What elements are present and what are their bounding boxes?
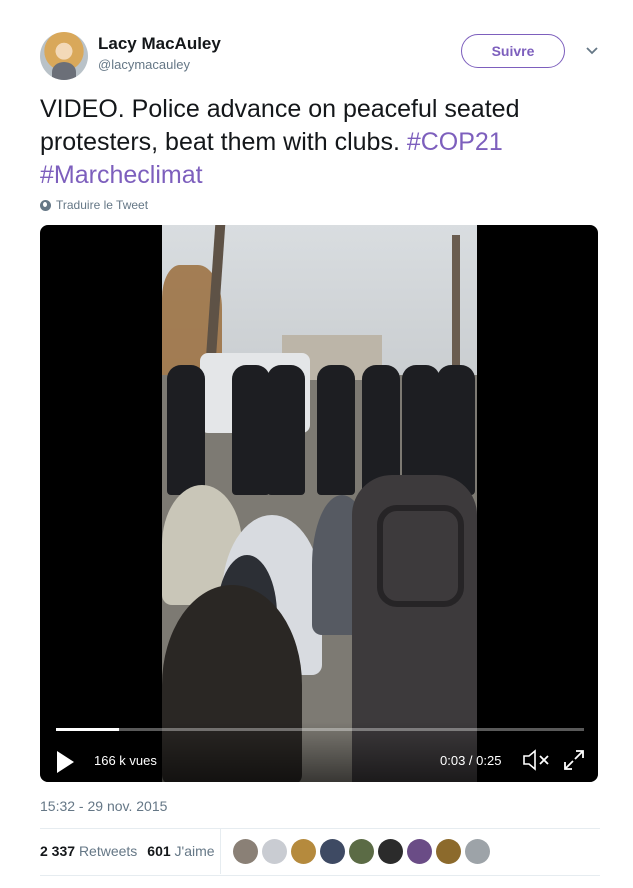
liker-avatar[interactable] <box>320 839 345 864</box>
liker-avatar[interactable] <box>291 839 316 864</box>
video-time: 0:03 / 0:25 <box>440 753 502 768</box>
author-avatar[interactable] <box>40 32 88 80</box>
tweet-timestamp[interactable]: 15:32 - 29 nov. 2015 <box>40 798 167 814</box>
author-name[interactable]: Lacy MacAuley <box>98 34 221 54</box>
liker-avatar[interactable] <box>436 839 461 864</box>
liker-avatars <box>233 839 490 864</box>
likes-count: 601 <box>147 843 171 859</box>
liker-avatar[interactable] <box>378 839 403 864</box>
video-progress-bar[interactable] <box>56 728 584 731</box>
liker-avatar[interactable] <box>407 839 432 864</box>
liker-avatar[interactable] <box>465 839 490 864</box>
divider-bottom <box>40 875 600 876</box>
divider <box>40 828 600 829</box>
fullscreen-icon[interactable] <box>562 748 586 772</box>
liker-avatar[interactable] <box>262 839 287 864</box>
translate-link[interactable]: Traduire le Tweet <box>40 198 148 212</box>
likes-label: J'aime <box>174 843 215 859</box>
stats-separator <box>220 828 221 874</box>
play-icon[interactable] <box>57 751 74 773</box>
retweets-count: 2 337 <box>40 843 76 859</box>
author-handle[interactable]: @lacymacauley <box>98 57 190 72</box>
tweet-header: Lacy MacAuley @lacymacauley Suivre <box>40 30 605 80</box>
view-count: 166 k vues <box>94 753 157 768</box>
tweet-text: VIDEO. Police advance on peaceful seated… <box>40 93 600 192</box>
hashtag-cop21[interactable]: #COP21 <box>407 128 503 156</box>
globe-icon <box>40 199 51 211</box>
retweets-label: Retweets <box>78 843 138 859</box>
video-controls <box>40 722 598 782</box>
video-player[interactable]: 166 k vues 0:03 / 0:25 <box>40 225 598 782</box>
retweets-stat[interactable]: 2 337 Retweets <box>40 843 137 859</box>
hashtag-marcheclimat[interactable]: #Marcheclimat <box>40 161 203 189</box>
translate-label: Traduire le Tweet <box>56 198 149 212</box>
tweet-stats: 2 337 Retweets 601 J'aime <box>40 843 215 859</box>
video-frame[interactable] <box>162 225 477 782</box>
chevron-down-icon[interactable] <box>585 44 599 58</box>
likes-stat[interactable]: 601 J'aime <box>147 843 214 859</box>
liker-avatar[interactable] <box>349 839 374 864</box>
video-progress-fill <box>56 728 120 731</box>
liker-avatar[interactable] <box>233 839 258 864</box>
mute-icon[interactable] <box>522 747 552 773</box>
follow-button[interactable]: Suivre <box>461 34 565 68</box>
